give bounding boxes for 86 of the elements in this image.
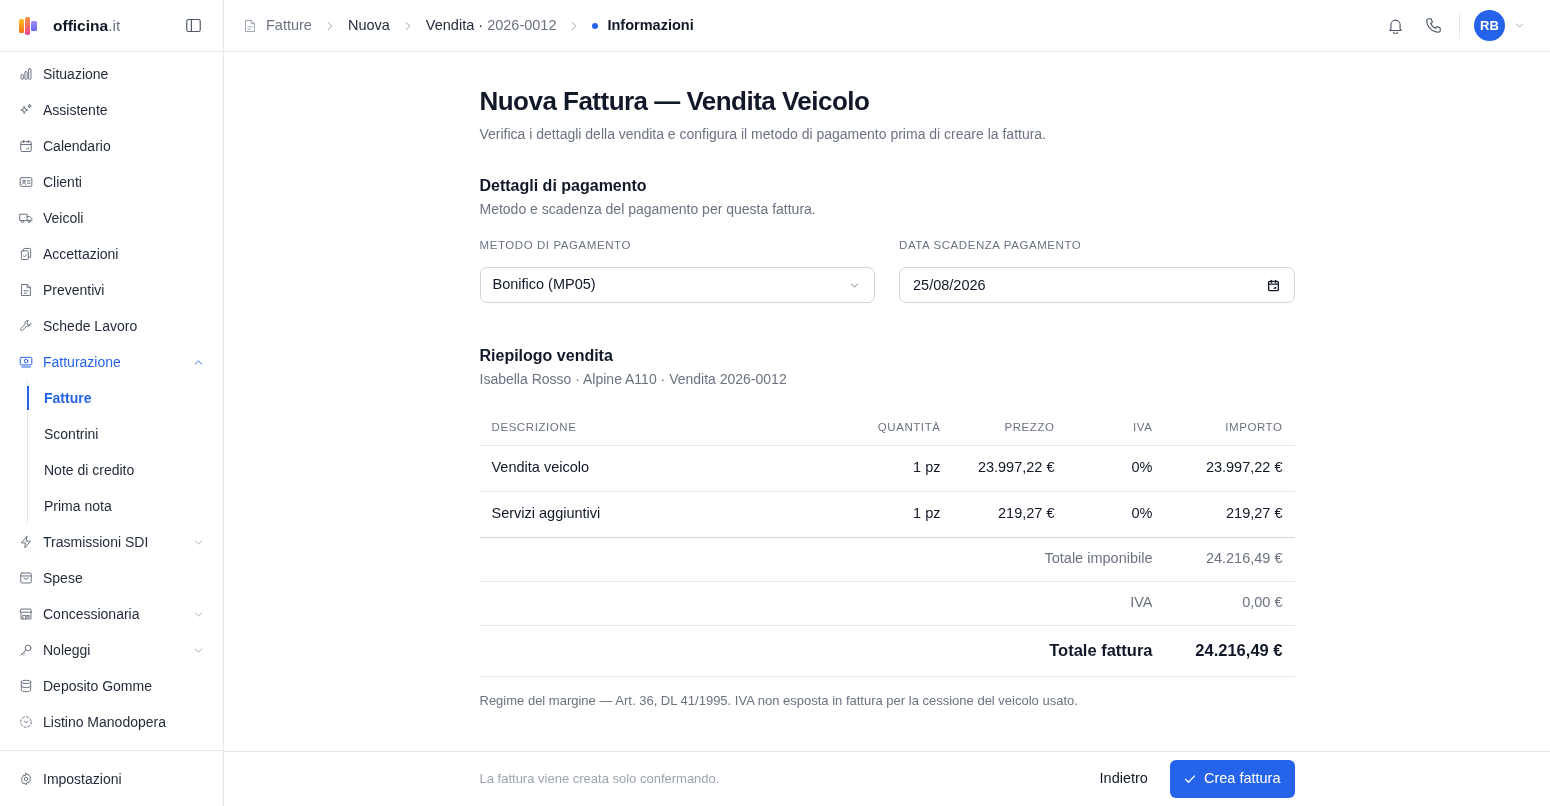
footnote: Regime del margine — Art. 36, DL 41/1995. IVA non esposta in fattura per la cessione del veicolo usato. [479,691,1079,710]
breadcrumb-link[interactable]: Fatture [266,14,312,37]
sidebar-item[interactable]: Concessionaria [11,596,211,632]
banknote-icon [19,355,33,369]
sidebar-item[interactable]: Situazione [11,56,211,92]
document-icon [19,283,33,297]
back-button[interactable]: Indietro [1089,760,1158,798]
phone-icon[interactable] [1425,17,1442,34]
section-title: Riepilogo vendita [479,346,614,366]
footer-hint: La fattura viene creata solo confermando. [479,770,721,789]
brand-suffix: .it [108,15,121,36]
sidebar-item[interactable]: Spese [11,560,211,596]
id-card-icon [19,175,33,189]
bars-logo-icon [19,16,37,35]
page-title: Nuova Fattura — Vendita Veicolo [479,85,871,118]
sidebar-item[interactable]: Schede Lavoro [11,308,211,344]
total-label: IVA [1130,594,1153,611]
grand-total-value: 24.216,49 € [1195,641,1283,660]
lightning-icon [19,535,33,549]
create-invoice-button[interactable]: Crea fattura [1169,760,1295,798]
calendar-icon [19,139,33,153]
total-value: 24.216,49 € [1205,550,1283,567]
sidebar-subitem[interactable]: Fatture [27,386,211,410]
sidebar-item[interactable]: Impostazioni [11,761,211,797]
column-header: IVA [1066,410,1165,445]
grand-total-label: Totale fattura [1049,641,1153,660]
table-cell: 1 pz [852,445,953,491]
breadcrumb-current: Informazioni [607,15,694,35]
sidebar-subitem[interactable]: Note di credito [27,458,211,482]
page-subtitle: Verifica i dettagli della vendita e configura il metodo di pagamento prima di creare la fattura. [479,125,1048,144]
section-subtitle: Metodo e scadenza del pagamento per questa fattura. [479,200,817,219]
document-icon [243,18,257,33]
table-cell: 23.997,22 € [1164,445,1295,491]
sidebar-subitem[interactable]: Scontrini [27,422,211,446]
clipboard-icon [19,247,33,261]
column-header: QUANTITÀ [852,410,953,445]
current-dot-icon [592,22,599,29]
table-cell: Vendita veicolo [479,445,853,491]
column-header: DESCRIZIONE [479,410,853,445]
column-header: PREZZO [952,410,1067,445]
table-cell: Servizi aggiuntivi [479,491,853,537]
total-label: Totale imponibile [1044,550,1153,567]
field-label: DATA SCADENZA PAGAMENTO [899,238,1083,253]
check-icon [1183,773,1196,785]
sparkles-icon [19,103,33,117]
table-cell: 0% [1066,445,1165,491]
sidebar-item[interactable]: Preventivi [11,272,211,308]
field-label: METODO DI PAGAMENTO [479,238,632,253]
settings-icon [19,772,33,786]
sidebar-toggle-icon[interactable] [185,17,202,34]
table-cell: 219,27 € [1164,491,1295,537]
date-field[interactable]: 25/08/2026 [899,267,1295,303]
sidebar-subitem[interactable]: Prima nota [27,494,211,518]
user-avatar[interactable]: RB [1474,10,1505,41]
bell-icon[interactable] [1387,17,1404,34]
sidebar-item[interactable]: Clienti [11,164,211,200]
sidebar-item[interactable]: Calendario [11,128,211,164]
section-subtitle: Isabella Rosso · Alpine A110 · Vendita 2026-0012 [479,370,788,389]
table-cell: 0% [1066,491,1165,537]
store-icon [19,607,33,621]
sidebar-item[interactable]: Trasmissioni SDI [11,524,211,560]
dashed-circle-icon [19,715,33,729]
sidebar-item[interactable]: Accettazioni [11,236,211,272]
wrench-icon [19,319,33,333]
table-cell: 23.997,22 € [952,445,1067,491]
calendar-icon[interactable] [1266,278,1280,292]
sidebar-item[interactable]: Fatturazione [11,344,211,380]
sidebar-item[interactable]: Deposito Gomme [11,668,211,704]
breadcrumb-link[interactable]: Nuova [347,14,390,37]
key-icon [19,643,33,657]
sidebar-item[interactable]: Veicoli [11,200,211,236]
table-cell: 1 pz [852,491,953,537]
breadcrumb-link[interactable]: Vendita · 2026-0012 [425,14,557,37]
payment-method-select[interactable]: Bonifico (MP05) [479,267,875,303]
truck-icon [19,211,33,225]
database-icon [19,679,33,693]
total-value: 0,00 € [1242,594,1283,611]
column-header: IMPORTO [1164,410,1295,445]
bar-chart-icon [19,67,33,81]
table-cell: 219,27 € [952,491,1067,537]
tray-icon [19,571,33,585]
sidebar-item[interactable]: Listino Manodopera [11,704,211,740]
brand-name: officina [53,15,109,36]
sidebar-item[interactable]: Assistente [11,92,211,128]
sidebar-item[interactable]: Noleggi [11,632,211,668]
section-title: Dettagli di pagamento [479,176,648,196]
